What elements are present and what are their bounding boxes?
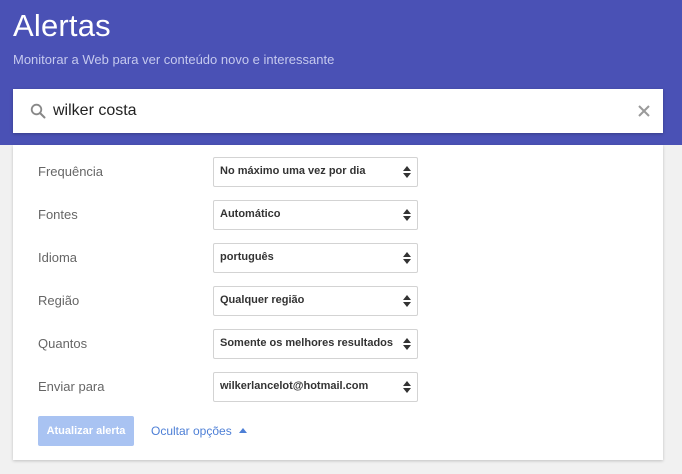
close-icon[interactable] bbox=[635, 102, 653, 120]
option-label: Região bbox=[38, 293, 80, 308]
option-label: Enviar para bbox=[38, 379, 105, 394]
language-select[interactable]: português bbox=[213, 243, 418, 273]
update-alert-button[interactable]: Atualizar alerta bbox=[38, 416, 134, 446]
search-input[interactable]: wilker costa bbox=[53, 102, 137, 120]
select-arrows-icon bbox=[403, 338, 411, 350]
hide-options-link[interactable]: Ocultar opções bbox=[151, 424, 247, 438]
page-title: Alertas bbox=[13, 8, 111, 43]
select-value: No máximo uma vez por dia bbox=[220, 165, 366, 177]
frequency-select[interactable]: No máximo uma vez por dia bbox=[213, 157, 418, 187]
sources-select[interactable]: Automático bbox=[213, 200, 418, 230]
select-value: Qualquer região bbox=[220, 294, 305, 306]
select-arrows-icon bbox=[403, 381, 411, 393]
option-row-deliver-to: Enviar para wilkerlancelot@hotmail.com bbox=[13, 372, 663, 402]
select-arrows-icon bbox=[403, 295, 411, 307]
option-row-how-many: Quantos Somente os melhores resultados bbox=[13, 329, 663, 359]
select-value: wilkerlancelot@hotmail.com bbox=[220, 380, 369, 392]
options-panel: Frequência No máximo uma vez por dia Fon… bbox=[13, 145, 663, 460]
option-row-region: Região Qualquer região bbox=[13, 286, 663, 316]
caret-up-icon bbox=[238, 428, 247, 433]
select-arrows-icon bbox=[403, 166, 411, 178]
search-icon bbox=[30, 103, 46, 119]
option-label: Frequência bbox=[38, 164, 104, 179]
region-select[interactable]: Qualquer região bbox=[213, 286, 418, 316]
select-arrows-icon bbox=[403, 252, 411, 264]
option-row-language: Idioma português bbox=[13, 243, 663, 273]
hide-options-label: Ocultar opções bbox=[151, 424, 232, 438]
option-label: Idioma bbox=[38, 250, 78, 265]
search-box[interactable]: wilker costa bbox=[13, 89, 663, 133]
page-subtitle: Monitorar a Web para ver conteúdo novo e… bbox=[13, 52, 335, 67]
select-value: Somente os melhores resultados bbox=[220, 337, 393, 349]
deliver-to-select[interactable]: wilkerlancelot@hotmail.com bbox=[213, 372, 418, 402]
select-value: Automático bbox=[220, 208, 281, 220]
select-arrows-icon bbox=[403, 209, 411, 221]
how-many-select[interactable]: Somente os melhores resultados bbox=[213, 329, 418, 359]
option-row-sources: Fontes Automático bbox=[13, 200, 663, 230]
option-label: Quantos bbox=[38, 336, 88, 351]
select-value: português bbox=[220, 251, 274, 263]
option-row-frequency: Frequência No máximo uma vez por dia bbox=[13, 157, 663, 187]
option-label: Fontes bbox=[38, 207, 78, 222]
